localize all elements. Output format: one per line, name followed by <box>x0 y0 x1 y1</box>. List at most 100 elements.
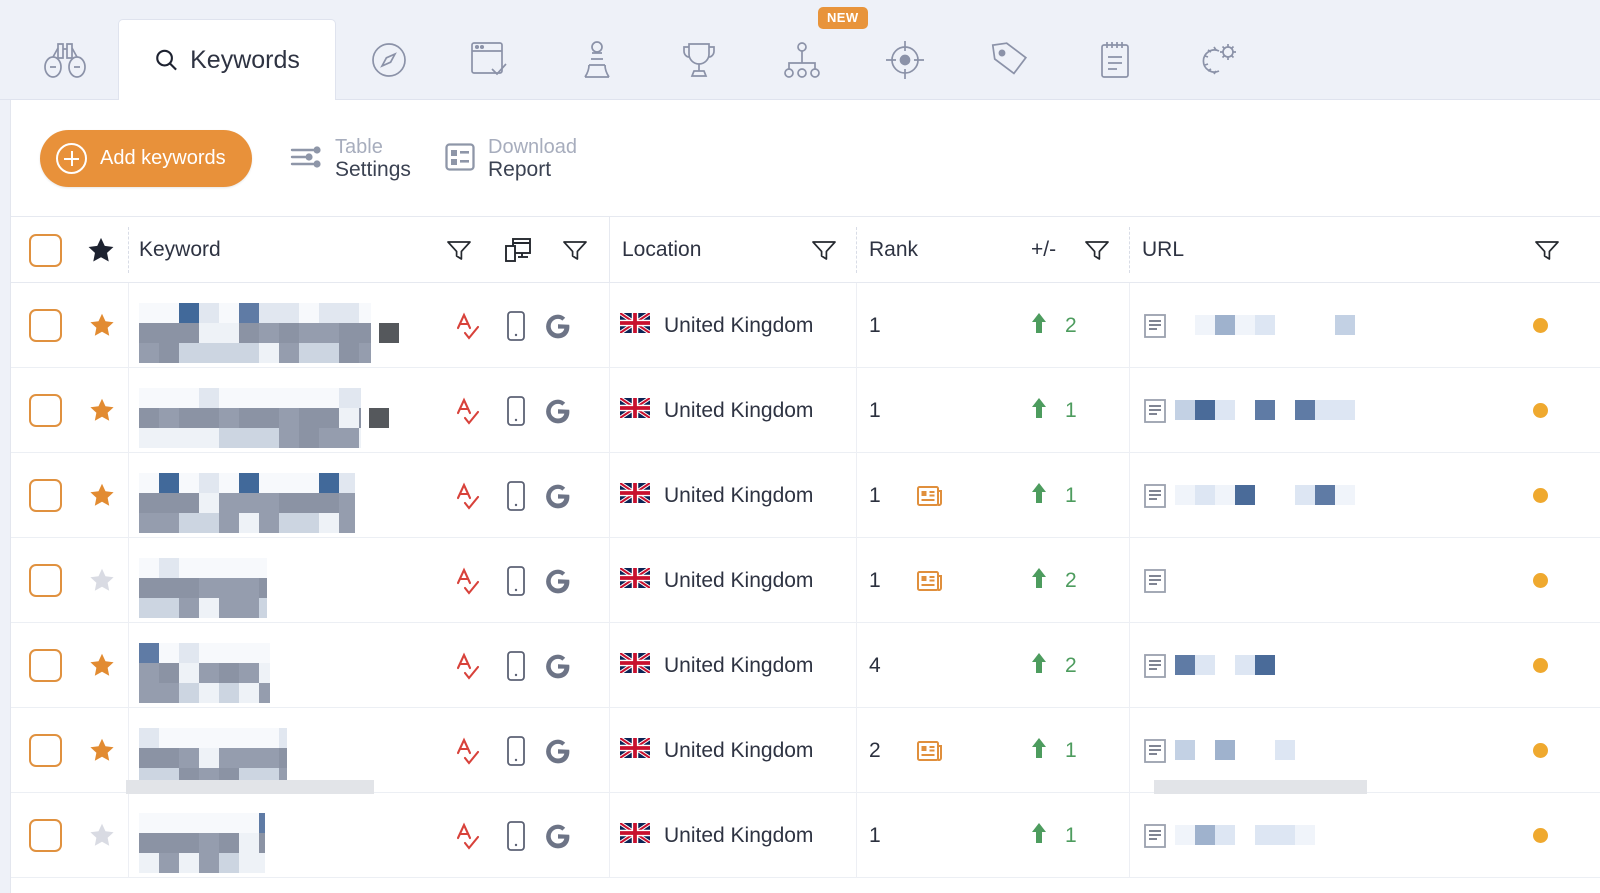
table-row[interactable]: United Kingdom 1 1 <box>11 793 1600 878</box>
uk-flag-icon <box>618 736 652 763</box>
delta-value: 1 <box>1065 823 1077 847</box>
add-keywords-button[interactable]: Add keywords <box>40 130 252 187</box>
mobile-icon[interactable] <box>506 283 526 368</box>
status-dot[interactable] <box>1533 453 1548 538</box>
url-cell[interactable] <box>1129 623 1529 708</box>
status-dot[interactable] <box>1533 538 1548 623</box>
arrow-up-icon <box>1029 396 1049 425</box>
arrow-up-icon <box>1029 566 1049 595</box>
delta-cell: 1 <box>1029 708 1077 793</box>
plus-icon <box>56 143 87 174</box>
serp-feature-news-icon[interactable] <box>916 538 944 623</box>
google-icon[interactable] <box>544 368 572 453</box>
url-filter-icon[interactable] <box>1534 217 1560 283</box>
rank-cell: 1 <box>869 368 881 453</box>
mobile-icon[interactable] <box>506 623 526 708</box>
notepad-icon <box>1096 38 1134 82</box>
tab-pages[interactable] <box>452 19 526 100</box>
location-label: United Kingdom <box>664 313 814 337</box>
location-cell: United Kingdom <box>618 623 814 708</box>
gears-icon <box>1197 39 1241 81</box>
url-cell[interactable] <box>1129 283 1529 368</box>
url-cell[interactable] <box>1129 368 1529 453</box>
location-label: United Kingdom <box>664 653 814 677</box>
spellcheck-icon[interactable] <box>451 453 483 538</box>
keyword-column-scrollbar[interactable] <box>126 780 374 794</box>
table-settings-button[interactable]: Table Settings <box>289 130 411 188</box>
spellcheck-icon[interactable] <box>451 538 483 623</box>
mobile-icon[interactable] <box>506 793 526 878</box>
page-document-icon <box>1143 738 1167 769</box>
google-icon[interactable] <box>544 623 572 708</box>
select-all-checkbox[interactable] <box>29 217 62 283</box>
rank-filter-icon[interactable] <box>1084 217 1110 283</box>
device-filter-icon[interactable] <box>562 217 588 283</box>
tab-binoculars[interactable] <box>28 19 102 100</box>
url-column-scrollbar[interactable] <box>1154 780 1367 794</box>
location-label: United Kingdom <box>664 823 814 847</box>
keyword-filter-icon[interactable] <box>446 217 472 283</box>
mobile-icon[interactable] <box>506 708 526 793</box>
compass-icon <box>369 40 409 80</box>
page-document-icon <box>1143 653 1167 684</box>
rank-cell: 1 <box>869 793 881 878</box>
device-desktop-mobile-icon[interactable] <box>503 217 533 283</box>
uk-flag-icon <box>618 821 652 848</box>
spellcheck-icon[interactable] <box>451 793 483 878</box>
status-dot[interactable] <box>1533 708 1548 793</box>
status-dot[interactable] <box>1533 283 1548 368</box>
table-row[interactable]: United Kingdom 1 2 <box>11 283 1600 368</box>
tab-pawn[interactable] <box>560 19 634 100</box>
table-row[interactable]: United Kingdom 4 2 <box>11 623 1600 708</box>
serp-feature-news-icon[interactable] <box>916 708 944 793</box>
header-url: URL <box>1142 238 1185 261</box>
rank-value: 1 <box>869 823 881 847</box>
location-cell: United Kingdom <box>618 708 813 793</box>
keywords-table: Keyword Location Rank +/- URL United Kin… <box>10 216 1600 893</box>
tab-trophy[interactable] <box>662 19 736 100</box>
page-document-icon <box>1143 398 1167 429</box>
url-cell[interactable] <box>1129 453 1529 538</box>
left-gutter <box>0 0 10 893</box>
tab-target[interactable] <box>868 19 942 100</box>
spellcheck-icon[interactable] <box>451 368 483 453</box>
google-icon[interactable] <box>544 538 572 623</box>
status-dot[interactable] <box>1533 368 1548 453</box>
table-row[interactable]: United Kingdom 1 2 <box>11 538 1600 623</box>
url-cell[interactable] <box>1129 793 1529 878</box>
google-icon[interactable] <box>544 453 572 538</box>
status-dot[interactable] <box>1533 793 1548 878</box>
location-cell: United Kingdom <box>618 793 814 878</box>
google-icon[interactable] <box>544 793 572 878</box>
location-cell: United Kingdom <box>618 538 813 623</box>
url-cell[interactable] <box>1129 538 1529 623</box>
rank-cell: 1 <box>869 538 881 623</box>
spellcheck-icon[interactable] <box>451 623 483 708</box>
table-row[interactable]: United Kingdom 1 1 <box>11 368 1600 453</box>
table-row[interactable]: United Kingdom 1 1 <box>11 453 1600 538</box>
mobile-icon[interactable] <box>506 368 526 453</box>
spellcheck-icon[interactable] <box>451 708 483 793</box>
star-header-icon[interactable] <box>86 217 116 283</box>
table-settings-line2: Settings <box>335 158 411 182</box>
serp-feature-news-icon[interactable] <box>916 453 944 538</box>
location-filter-icon[interactable] <box>811 217 837 283</box>
sliders-icon <box>289 142 323 177</box>
tab-sitemap[interactable] <box>765 19 839 100</box>
google-icon[interactable] <box>544 708 572 793</box>
tab-keywords-label: Keywords <box>190 45 300 74</box>
mobile-icon[interactable] <box>506 538 526 623</box>
tab-keywords[interactable]: Keywords <box>118 19 336 100</box>
download-report-button[interactable]: Download Report <box>444 130 577 188</box>
uk-flag-icon <box>618 481 652 508</box>
google-icon[interactable] <box>544 283 572 368</box>
tab-explore[interactable] <box>352 19 426 100</box>
tab-notes[interactable] <box>1078 19 1152 100</box>
status-dot[interactable] <box>1533 623 1548 708</box>
mobile-icon[interactable] <box>506 453 526 538</box>
tab-tags[interactable] <box>972 19 1046 100</box>
header-rank: Rank <box>869 238 919 261</box>
page-document-icon <box>1143 568 1167 599</box>
tab-settings[interactable] <box>1182 19 1256 100</box>
spellcheck-icon[interactable] <box>451 283 483 368</box>
